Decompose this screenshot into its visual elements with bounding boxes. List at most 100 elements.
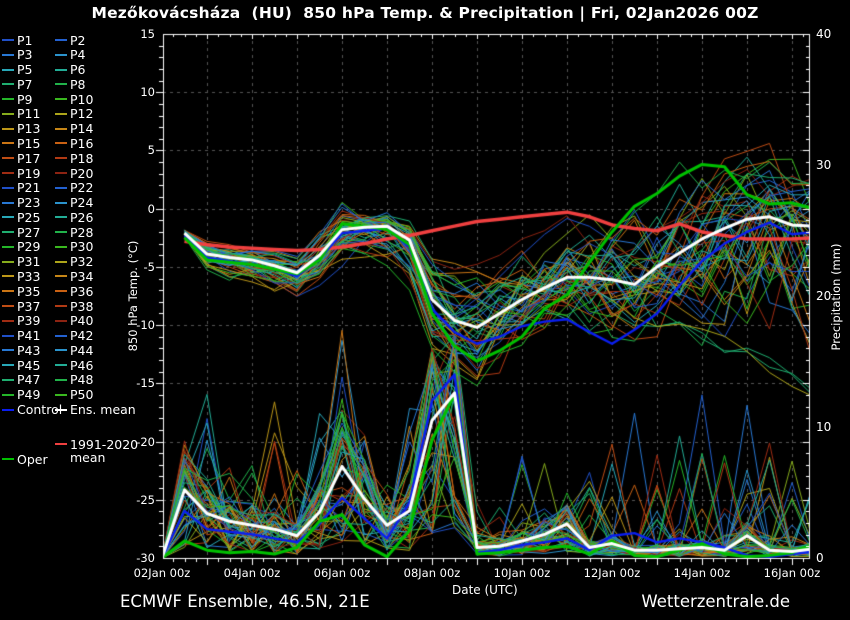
- legend-member-p22-swatch: [55, 187, 67, 189]
- legend-member-p40-label: P40: [70, 314, 93, 327]
- legend-ens-mean-label: Ens. mean: [70, 403, 136, 416]
- legend-member-p47-label: P47: [17, 373, 40, 386]
- legend-member-p37-swatch: [2, 305, 14, 307]
- legend-member-p6-label: P6: [70, 63, 86, 76]
- legend-member-p9: P9: [2, 92, 33, 106]
- legend-member-p32-swatch: [55, 261, 67, 263]
- x-axis-title: Date (UTC): [452, 583, 518, 597]
- legend-member-p19: P19: [2, 166, 40, 180]
- legend-member-p22-label: P22: [70, 181, 93, 194]
- station-caption: ECMWF Ensemble, 46.5N, 21E: [120, 592, 370, 611]
- meteogram-chart: Mezőkovácsháza (HU) 850 hPa Temp. & Prec…: [0, 0, 850, 620]
- left-axis-title: 850 hPa Temp. (°C): [126, 213, 140, 379]
- legend-member-p37-label: P37: [17, 300, 40, 313]
- legend-member-p6-swatch: [55, 69, 67, 71]
- legend-member-p5: P5: [2, 63, 33, 77]
- legend-member-p34: P34: [55, 269, 93, 283]
- legend-member-p43-label: P43: [17, 344, 40, 357]
- legend-member-p3-swatch: [2, 54, 14, 56]
- legend-member-p22: P22: [55, 181, 93, 195]
- legend-member-p18-label: P18: [70, 152, 93, 165]
- legend-member-p26-swatch: [55, 216, 67, 218]
- legend-member-p41: P41: [2, 329, 40, 343]
- legend-member-p39-label: P39: [17, 314, 40, 327]
- legend-control: Control: [2, 403, 62, 417]
- legend-member-p10-label: P10: [70, 93, 93, 106]
- date-tick-label: 04Jan 00z: [217, 566, 287, 580]
- legend-member-p7-swatch: [2, 83, 14, 85]
- legend-member-p45: P45: [2, 358, 40, 372]
- right-axis-title: Precipitation (mm): [829, 214, 843, 380]
- legend-member-p4-swatch: [55, 54, 67, 56]
- legend-member-p25-label: P25: [17, 211, 40, 224]
- legend-member-p44: P44: [55, 343, 93, 357]
- legend-member-p31-swatch: [2, 261, 14, 263]
- legend-member-p6: P6: [55, 63, 86, 77]
- legend-oper-swatch: [2, 458, 14, 460]
- legend-member-p49-label: P49: [17, 388, 40, 401]
- legend-member-p38-label: P38: [70, 300, 93, 313]
- legend-member-p15-swatch: [2, 142, 14, 144]
- legend-member-p16-label: P16: [70, 137, 93, 150]
- legend-member-p29-label: P29: [17, 240, 40, 253]
- legend-member-p13-swatch: [2, 128, 14, 130]
- legend-member-p49: P49: [2, 388, 40, 402]
- legend-member-p25-swatch: [2, 216, 14, 218]
- legend-member-p48-label: P48: [70, 373, 93, 386]
- legend-member-p45-swatch: [2, 364, 14, 366]
- date-tick-label: 12Jan 00z: [577, 566, 647, 580]
- legend-member-p11-swatch: [2, 113, 14, 115]
- legend-member-p27: P27: [2, 225, 40, 239]
- legend-member-p9-label: P9: [17, 93, 33, 106]
- legend-member-p17-swatch: [2, 157, 14, 159]
- legend-member-p5-label: P5: [17, 63, 33, 76]
- legend-member-p14: P14: [55, 122, 93, 136]
- legend-member-p29: P29: [2, 240, 40, 254]
- legend-member-p27-swatch: [2, 231, 14, 233]
- legend-member-p24: P24: [55, 196, 93, 210]
- legend-member-p30-label: P30: [70, 240, 93, 253]
- legend-member-p44-label: P44: [70, 344, 93, 357]
- legend-member-p48: P48: [55, 373, 93, 387]
- legend-member-p16-swatch: [55, 142, 67, 144]
- date-tick-label: 06Jan 00z: [307, 566, 377, 580]
- legend-member-p33: P33: [2, 269, 40, 283]
- legend-member-p4: P4: [55, 48, 86, 62]
- legend-member-p23: P23: [2, 196, 40, 210]
- legend-member-p20: P20: [55, 166, 93, 180]
- legend-member-p3-label: P3: [17, 48, 33, 61]
- date-tick-label: 08Jan 00z: [397, 566, 467, 580]
- legend-member-p1-label: P1: [17, 34, 33, 47]
- legend-member-p2-label: P2: [70, 34, 86, 47]
- legend-member-p50-label: P50: [70, 388, 93, 401]
- legend-member-p23-swatch: [2, 202, 14, 204]
- legend-control-swatch: [2, 409, 14, 411]
- temp-tick-label: 15: [108, 27, 155, 41]
- legend-member-p46: P46: [55, 358, 93, 372]
- legend-member-p14-label: P14: [70, 122, 93, 135]
- brand-caption: Wetterzentrale.de: [630, 592, 790, 611]
- legend-member-p18-swatch: [55, 157, 67, 159]
- date-tick-label: 02Jan 00z: [127, 566, 197, 580]
- legend-member-p26-label: P26: [70, 211, 93, 224]
- legend-member-p48-swatch: [55, 379, 67, 381]
- legend-member-p50: P50: [55, 388, 93, 402]
- temp-tick-label: 10: [108, 85, 155, 99]
- legend-member-p49-swatch: [2, 394, 14, 396]
- legend-member-p50-swatch: [55, 394, 67, 396]
- temp-tick-label: -20: [108, 435, 155, 449]
- legend-member-p31: P31: [2, 255, 40, 269]
- legend-member-p36-label: P36: [70, 285, 93, 298]
- date-tick-label: 14Jan 00z: [667, 566, 737, 580]
- legend-member-p17: P17: [2, 151, 40, 165]
- legend-member-p47-swatch: [2, 379, 14, 381]
- legend-ens-mean-swatch: [55, 409, 67, 411]
- legend-member-p46-swatch: [55, 364, 67, 366]
- legend-member-p8: P8: [55, 77, 86, 91]
- legend-member-p40: P40: [55, 314, 93, 328]
- legend-member-p41-label: P41: [17, 329, 40, 342]
- legend-member-p33-label: P33: [17, 270, 40, 283]
- legend-member-p34-swatch: [55, 275, 67, 277]
- legend-member-p21-label: P21: [17, 181, 40, 194]
- legend-member-p17-label: P17: [17, 152, 40, 165]
